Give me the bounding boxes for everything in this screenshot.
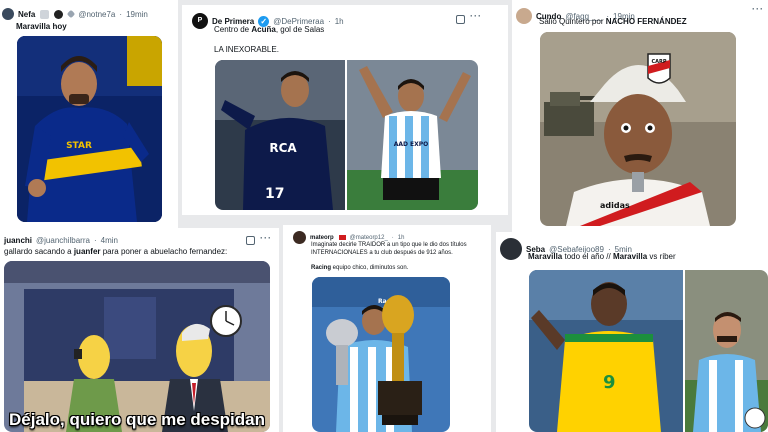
tweet-header: Nefa @notne7a · 19min xyxy=(2,8,148,20)
tweet-image[interactable]: RCA 17 AAD EXPO xyxy=(215,60,478,210)
soccer-ball-icon xyxy=(54,9,64,19)
cartoon-scene-icon xyxy=(4,261,270,432)
tweet-text-line2: INTERNACIONALES a tu club después de 912… xyxy=(311,250,453,256)
trophy-photo-icon: Racing xyxy=(312,277,450,432)
emoji-icon xyxy=(40,9,50,19)
author-name[interactable]: Nefa xyxy=(18,10,35,19)
tweet-text-line3: Racing equipo chico, diminutos son. xyxy=(311,265,409,271)
more-options-icon[interactable]: ··· xyxy=(470,11,482,21)
avatar[interactable] xyxy=(2,8,14,20)
soldier-painting-icon: CARP adidas xyxy=(540,32,736,226)
tweet-text: Centro de Acuña, gol de Salas xyxy=(214,25,325,34)
tweet-card-juanchi[interactable]: juanchi @juanchilbarra · 4min ··· gallar… xyxy=(0,228,279,432)
avatar[interactable] xyxy=(293,231,306,244)
jersey-number: 9 xyxy=(603,372,616,393)
tweet-card-seba[interactable]: Seba @Sebafeijoo89 · 5min Maravilla todo… xyxy=(496,232,768,432)
avatar[interactable] xyxy=(516,8,532,24)
meme-caption: Déjalo, quiero que me despidan xyxy=(9,410,265,429)
tweet-header: juanchi @juanchilbarra · 4min xyxy=(4,236,118,245)
tweet-text: Maravilla hoy xyxy=(16,22,67,31)
tweet-text: gallardo sacando a juanfer para poner a … xyxy=(4,247,228,256)
tweet-text: Maravilla todo el año // Maravilla vs ri… xyxy=(528,252,676,261)
tweet-text: Imaginate decirle TRAIDOR a un tipo que … xyxy=(311,242,467,248)
svg-text:STAR: STAR xyxy=(66,141,92,151)
more-options-icon[interactable]: ··· xyxy=(260,233,272,243)
svg-text:RCA: RCA xyxy=(269,141,297,155)
timestamp[interactable]: 1h xyxy=(398,235,405,241)
author-handle[interactable]: @juanchilbarra xyxy=(36,236,90,245)
grok-icon[interactable] xyxy=(456,15,465,24)
player-photo-icon: STAR xyxy=(17,36,162,222)
tweet-card-cundo[interactable]: Cundo @fagg___ · 19min ··· Salió Quinter… xyxy=(512,0,768,232)
twitter-collage: Nefa @notne7a · 19min Maravilla hoy STAR… xyxy=(0,0,768,432)
separator-dot: · xyxy=(328,16,331,26)
more-options-icon[interactable]: ··· xyxy=(752,4,764,14)
separator-dot: · xyxy=(119,9,123,19)
tweet-text: Salió Quintero por NACHO FERNÁNDEZ xyxy=(539,17,687,26)
tweet-card-mateorp[interactable]: mateorp @mateorp12_ · 1h Imaginate decir… xyxy=(283,225,491,432)
tweet-image[interactable]: Racing xyxy=(312,277,450,432)
timestamp[interactable]: 1h xyxy=(335,17,344,26)
helmet-logo: CARP xyxy=(651,59,666,65)
tweet-text-line2: LA INEXORABLE. xyxy=(214,45,279,54)
tweet-image[interactable]: STAR xyxy=(17,36,162,222)
avatar[interactable]: P xyxy=(192,13,208,29)
jersey-sponsor: AAD EXPO xyxy=(394,141,429,148)
svg-text:17: 17 xyxy=(265,186,284,202)
author-handle[interactable]: @notne7a xyxy=(78,10,115,19)
flag-icon xyxy=(338,235,346,240)
timestamp[interactable]: 4min xyxy=(101,236,118,245)
goal-celebration-photo-icon: RCA 17 AAD EXPO xyxy=(215,60,478,210)
grok-icon[interactable] xyxy=(246,236,255,245)
author-name[interactable]: juanchi xyxy=(4,236,32,245)
tweet-card-deprimera[interactable]: P De Primera ✓ @DePrimeraa · 1h ··· Cent… xyxy=(182,5,508,215)
separator-dot: · xyxy=(391,234,394,241)
tweet-image[interactable]: CARP adidas xyxy=(540,32,736,226)
author-name[interactable]: mateorp xyxy=(310,235,334,241)
author-handle[interactable]: @mateorp12_ xyxy=(350,235,388,241)
brazil-player-photo-icon: 9 xyxy=(529,270,768,432)
avatar[interactable] xyxy=(500,238,522,260)
tweet-image[interactable]: 9 xyxy=(529,270,768,432)
svg-text:adidas: adidas xyxy=(600,201,630,210)
tweet-image[interactable]: Déjalo, quiero que me despidan xyxy=(4,261,270,432)
tweet-card-nefa[interactable]: Nefa @notne7a · 19min Maravilla hoy STAR xyxy=(0,0,178,228)
separator-dot: · xyxy=(93,236,97,245)
timestamp[interactable]: 19min xyxy=(126,10,148,19)
pen-icon xyxy=(67,9,76,19)
